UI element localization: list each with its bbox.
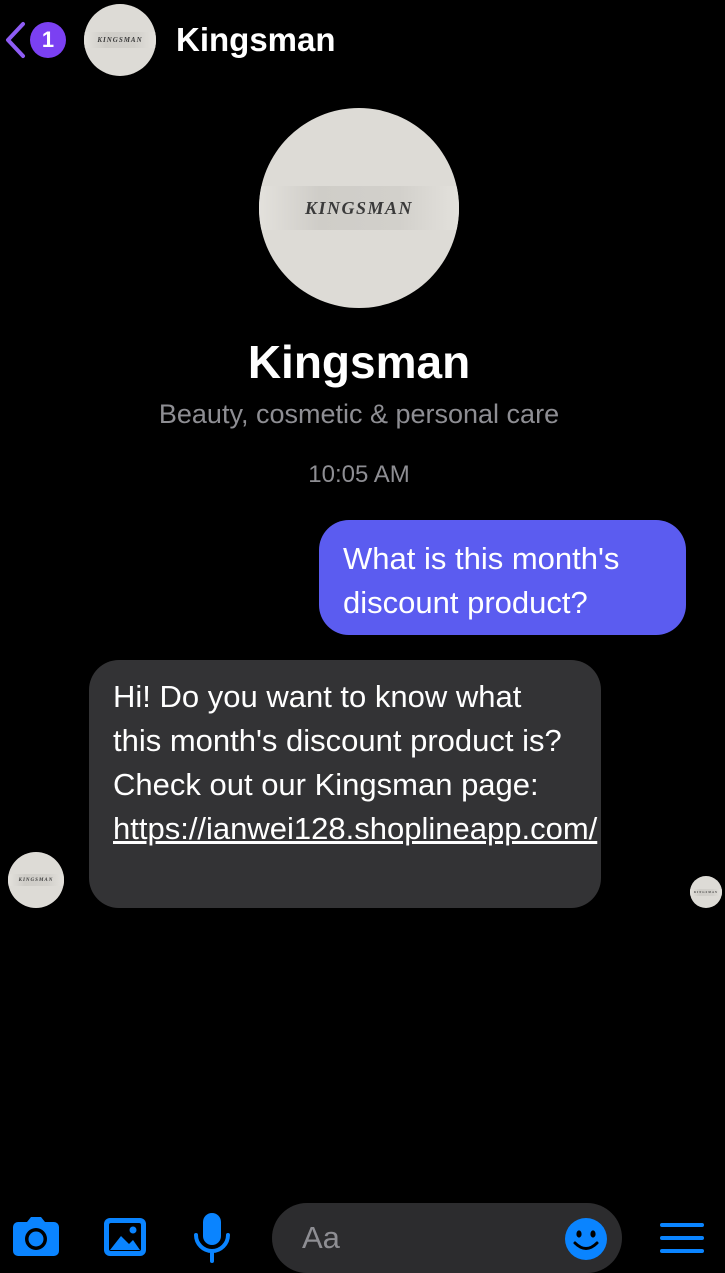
message-text: Hi! Do you want to know what this month'…: [113, 679, 562, 802]
menu-icon: [660, 1223, 704, 1253]
camera-icon: [13, 1217, 59, 1256]
message-timestamp: 10:05 AM: [308, 461, 410, 488]
outgoing-message-bubble[interactable]: What is this month's discount product?: [319, 520, 686, 635]
microphone-icon: [194, 1213, 230, 1263]
profile-avatar[interactable]: KINGSMAN: [259, 108, 459, 308]
emoji-button[interactable]: [564, 1217, 608, 1261]
chat-title[interactable]: Kingsman: [176, 20, 336, 60]
chevron-left-icon: [6, 22, 25, 58]
avatar-logo-text: KINGSMAN: [690, 888, 722, 896]
avatar-logo-text: KINGSMAN: [8, 874, 64, 886]
microphone-button[interactable]: [190, 1210, 234, 1266]
back-button[interactable]: 1: [4, 20, 68, 60]
message-composer[interactable]: [272, 1203, 622, 1273]
header-avatar[interactable]: KINGSMAN: [84, 4, 156, 76]
seen-indicator-avatar: KINGSMAN: [690, 876, 722, 908]
sender-avatar[interactable]: KINGSMAN: [8, 852, 64, 908]
emoji-icon: [565, 1218, 607, 1260]
message-input[interactable]: [302, 1217, 552, 1259]
camera-button[interactable]: [10, 1212, 62, 1264]
profile-category: Beauty, cosmetic & personal care: [158, 399, 560, 429]
profile-name: Kingsman: [247, 336, 471, 388]
unread-count-badge: 1: [30, 22, 66, 58]
message-link[interactable]: https://ianwei128.shoplineapp.com/: [113, 811, 597, 846]
incoming-message-bubble[interactable]: Hi! Do you want to know what this month'…: [89, 660, 601, 908]
avatar-logo-text: KINGSMAN: [84, 32, 156, 48]
message-text: What is this month's discount product?: [343, 541, 620, 620]
avatar-logo-text: KINGSMAN: [259, 186, 459, 230]
menu-button[interactable]: [658, 1218, 706, 1258]
gallery-icon: [104, 1218, 146, 1256]
gallery-button[interactable]: [100, 1212, 150, 1262]
